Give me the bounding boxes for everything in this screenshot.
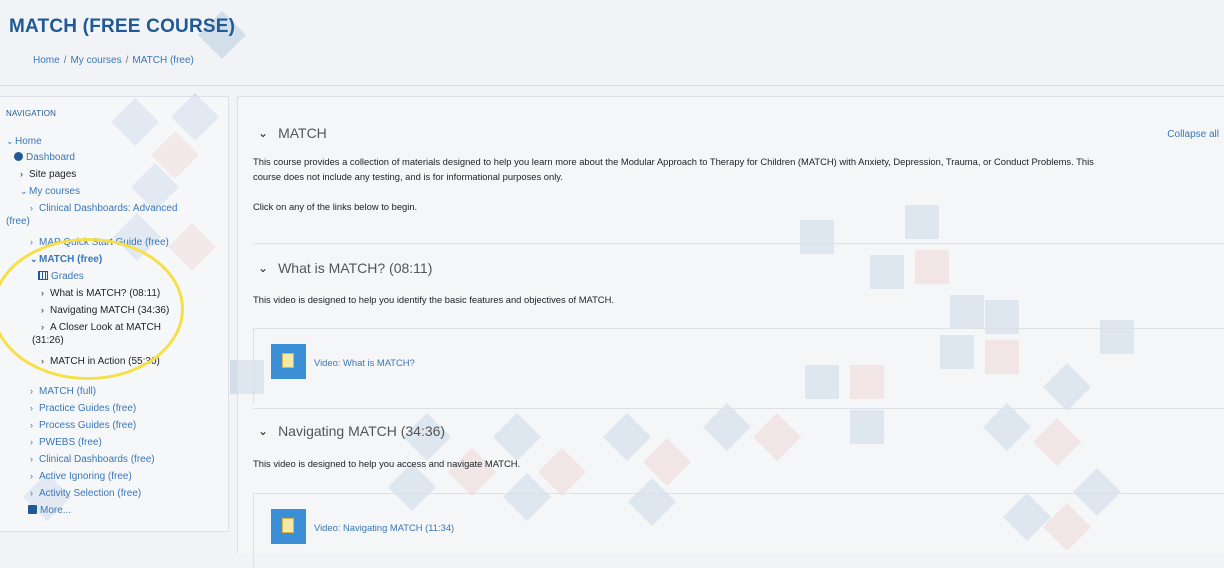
page-resource-icon — [271, 344, 306, 379]
chevron-down-icon: ⌄ — [258, 261, 269, 275]
chevron-right-icon: › — [30, 203, 33, 213]
chevron-right-icon: › — [30, 454, 33, 464]
navigation-heading: NAVIGATION — [6, 109, 57, 118]
section-title: MATCH — [278, 125, 327, 141]
page-resource-icon — [271, 509, 306, 544]
breadcrumb-home[interactable]: Home — [33, 55, 60, 66]
section-title: Navigating MATCH (34:36) — [278, 423, 446, 439]
nav-item-site-pages[interactable]: › Site pages — [20, 168, 76, 181]
nav-item-my-courses[interactable]: ⌄My courses — [20, 185, 80, 198]
section-summary: This video is designed to help you ident… — [253, 294, 614, 305]
section-instructions: Click on any of the links below to begin… — [253, 201, 418, 212]
page-header: MATCH (FREE COURSE) Home / My courses / MATC… — [0, 0, 1224, 86]
section-header-match[interactable]: ⌄ MATCH — [258, 125, 327, 141]
breadcrumb-separator: / — [125, 55, 129, 66]
nav-item-more[interactable]: More... — [28, 504, 71, 517]
more-square-icon — [28, 505, 37, 514]
activity-link[interactable]: Video: What is MATCH? — [314, 357, 415, 368]
chevron-right-icon: › — [20, 169, 23, 179]
section-title: What is MATCH? (08:11) — [278, 260, 433, 276]
activity-video-navigating-match: Video: Navigating MATCH (11:34) — [253, 493, 1224, 568]
chevron-right-icon: › — [30, 237, 33, 247]
chevron-right-icon: › — [30, 420, 33, 430]
nav-item-activity-selection[interactable]: › Activity Selection (free) — [30, 487, 141, 500]
nav-item-active-ignoring[interactable]: › Active Ignoring (free) — [30, 470, 132, 483]
nav-item-home[interactable]: ⌄Home — [6, 135, 42, 148]
breadcrumb-separator: / — [63, 55, 67, 66]
nav-item-process-guides[interactable]: › Process Guides (free) — [30, 419, 136, 432]
course-content: Collapse all ⌄ MATCH This course provide… — [237, 96, 1224, 568]
chevron-right-icon: › — [30, 437, 33, 447]
activity-video-what-is-match: Video: What is MATCH? — [253, 328, 1224, 403]
chevron-down-icon: ⌄ — [6, 136, 14, 146]
chevron-down-icon: ⌄ — [258, 126, 269, 140]
breadcrumb: Home / My courses / MATCH (free) — [33, 55, 194, 66]
section-summary: This video is designed to help you acces… — [253, 458, 521, 469]
section-divider — [253, 243, 1224, 244]
chevron-right-icon: › — [30, 403, 33, 413]
chevron-down-icon: ⌄ — [20, 186, 28, 196]
nav-item-match-full[interactable]: › MATCH (full) — [30, 385, 96, 398]
nav-item-pwebs[interactable]: › PWEBS (free) — [30, 436, 102, 449]
activity-link[interactable]: Video: Navigating MATCH (11:34) — [314, 522, 454, 533]
nav-item-clinical-dashboards-advanced[interactable]: › Clinical Dashboards: Advanced (free) — [6, 202, 177, 228]
chevron-down-icon: ⌄ — [258, 424, 269, 438]
nav-item-clinical-dashboards[interactable]: › Clinical Dashboards (free) — [30, 453, 155, 466]
chevron-right-icon: › — [30, 471, 33, 481]
dashboard-icon — [14, 152, 23, 161]
collapse-all-link[interactable]: Collapse all — [1167, 129, 1219, 140]
section-divider — [253, 408, 1224, 409]
nav-item-practice-guides[interactable]: › Practice Guides (free) — [30, 402, 136, 415]
breadcrumb-my-courses[interactable]: My courses — [70, 55, 121, 66]
section-header-navigating-match[interactable]: ⌄ Navigating MATCH (34:36) — [258, 423, 445, 439]
breadcrumb-course[interactable]: MATCH (free) — [132, 55, 193, 66]
chevron-right-icon: › — [30, 386, 33, 396]
highlight-circle-annotation — [0, 238, 184, 380]
nav-item-dashboard[interactable]: Dashboard — [14, 151, 75, 164]
section-summary: This course provides a collection of mat… — [253, 156, 1094, 182]
section-header-what-is-match[interactable]: ⌄ What is MATCH? (08:11) — [258, 260, 432, 276]
chevron-right-icon: › — [30, 488, 33, 498]
page-title: MATCH (FREE COURSE) — [9, 16, 236, 37]
